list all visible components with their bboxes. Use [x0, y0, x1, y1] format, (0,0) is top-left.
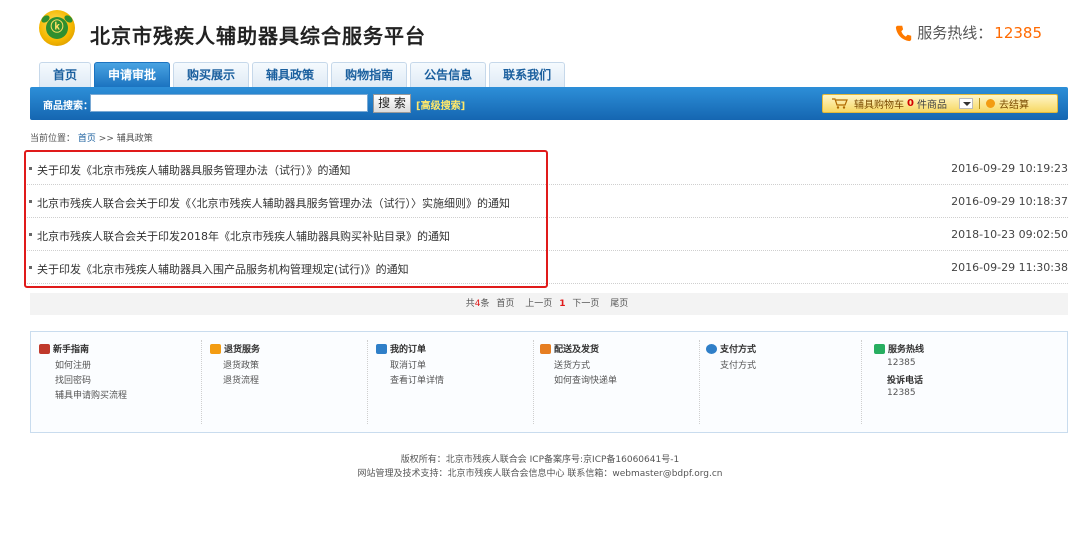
pager-first-link[interactable]: 首页 — [496, 299, 514, 309]
complaint-phone-number: 12385 — [887, 388, 916, 398]
footer-column-my-orders: 我的订单 取消订单 查看订单详情 — [367, 340, 532, 424]
article-date: 2016-09-29 11:30:38 — [951, 261, 1068, 274]
footer-link[interactable]: 查看订单详情 — [390, 373, 444, 386]
footer-link[interactable]: 送货方式 — [554, 358, 590, 371]
footer-column-title: 退货服务 — [210, 342, 260, 355]
hotline-phone-icon — [874, 343, 885, 354]
cart-icon — [832, 98, 848, 109]
cart-count: 0 — [907, 98, 914, 109]
footer-column-title: 新手指南 — [39, 342, 89, 355]
footer-column-title: 我的订单 — [376, 342, 426, 355]
tab-home[interactable]: 首页 — [39, 62, 92, 87]
pager-prev-link[interactable]: 上一页 — [525, 299, 552, 309]
pager-next-link[interactable]: 下一页 — [572, 299, 599, 309]
logo-emblem-icon: ⓚ — [46, 17, 68, 39]
hotline-number-text: 12385 — [887, 358, 916, 368]
tab-application-approval[interactable]: 申请审批 — [94, 62, 171, 87]
tab-assistive-policy[interactable]: 辅具政策 — [252, 62, 329, 87]
footer-link[interactable]: 辅具申请购买流程 — [55, 388, 127, 401]
footer-column-payment: 支付方式 支付方式 — [699, 340, 864, 424]
pager-current-page: 1 — [559, 299, 566, 309]
complaint-phone-label: 投诉电话 — [887, 376, 924, 386]
footer-link[interactable]: 取消订单 — [390, 358, 426, 371]
guide-icon — [39, 343, 50, 354]
checkout-button[interactable]: 去结算 — [985, 96, 1029, 111]
site-title: 北京市残疾人辅助器具综合服务平台 — [90, 24, 426, 48]
cart-unit: 件商品 — [916, 100, 947, 111]
breadcrumb-current: 辅具政策 — [116, 134, 153, 144]
footer-link[interactable]: 找回密码 — [55, 373, 91, 386]
cart-dropdown-toggle[interactable] — [958, 98, 973, 109]
checkout-icon — [985, 99, 995, 108]
return-icon — [210, 343, 221, 354]
footer-link[interactable]: 支付方式 — [720, 358, 756, 371]
footer-link[interactable]: 退货政策 — [223, 358, 259, 371]
cart-label[interactable]: 辅具购物车 — [854, 96, 904, 111]
footer-column-newbie-guide: 新手指南 如何注册 找回密码 辅具申请购买流程 — [35, 340, 200, 424]
breadcrumb: 当前位置： 首页 >> 辅具政策 — [30, 131, 153, 144]
footer-column-title: 配送及发货 — [540, 342, 599, 355]
site-header: ⓚ 北京市残疾人辅助器具综合服务平台 服务热线： 12385 — [0, 0, 1080, 64]
footer-link[interactable]: 退货流程 — [223, 373, 259, 386]
footer-column-delivery: 配送及发货 送货方式 如何查询快递单 — [533, 340, 698, 424]
column-title-text: 配送及发货 — [554, 345, 600, 355]
breadcrumb-prefix: 当前位置： — [30, 134, 76, 144]
column-title-text: 新手指南 — [53, 345, 90, 355]
tab-contact-us[interactable]: 联系我们 — [489, 62, 566, 87]
footer-column-returns: 退货服务 退货政策 退货流程 — [201, 340, 366, 424]
delivery-icon — [540, 343, 551, 354]
main-nav: 首页 申请审批 购买展示 辅具政策 购物指南 公告信息 联系我们 — [39, 62, 568, 87]
highlight-annotation-box — [24, 150, 548, 288]
footer-column-hotline: 服务热线 12385 投诉电话 12385 — [861, 340, 1026, 424]
column-title-text: 支付方式 — [720, 345, 757, 355]
column-title-text: 我的订单 — [390, 345, 427, 355]
footer-help-panel: 新手指南 如何注册 找回密码 辅具申请购买流程 退货服务 退货政策 退货流程 我… — [30, 331, 1068, 433]
footer-link[interactable]: 如何注册 — [55, 358, 91, 371]
breadcrumb-home-link[interactable]: 首页 — [78, 134, 96, 144]
copyright-line: 版权所有：北京市残疾人联合会 ICP备案序号:京ICP备16060641号-1 — [400, 455, 680, 465]
column-title-text: 服务热线 — [888, 345, 925, 355]
tab-shopping-guide[interactable]: 购物指南 — [331, 62, 408, 87]
shopping-cart-bar: 辅具购物车 0 件商品 去结算 — [822, 94, 1058, 113]
pager-total-suffix: 条 — [480, 299, 490, 309]
advanced-search-link[interactable]: [高级搜索] — [416, 97, 465, 112]
search-bar: 商品搜索： 搜 索 [高级搜索] 辅具购物车 0 件商品 去结算 — [30, 87, 1068, 120]
pager-last-link[interactable]: 尾页 — [610, 299, 628, 309]
article-date: 2016-09-29 10:19:23 — [951, 162, 1068, 175]
column-title-text: 退货服务 — [224, 345, 261, 355]
footer-link[interactable]: 如何查询快递单 — [554, 373, 617, 386]
article-date: 2016-09-29 10:18:37 — [951, 195, 1068, 208]
phone-icon — [896, 25, 912, 41]
article-date: 2018-10-23 09:02:50 — [951, 228, 1068, 241]
tab-announcements[interactable]: 公告信息 — [410, 62, 487, 87]
order-icon — [376, 343, 387, 354]
tab-purchase-display[interactable]: 购买展示 — [173, 62, 250, 87]
cart-divider — [978, 98, 980, 109]
footer-column-title: 服务热线 — [874, 342, 924, 355]
tech-support-line: 网站管理及技术支持：北京市残疾人联合会信息中心 联系信箱：webmaster@b… — [357, 469, 723, 479]
service-hotline: 服务热线： 12385 — [895, 22, 1042, 43]
breadcrumb-separator: >> — [98, 134, 114, 144]
search-input[interactable] — [90, 94, 368, 112]
pager-total-prefix: 共 — [465, 299, 475, 309]
hotline-label: 服务热线： — [917, 24, 993, 42]
pagination: 共4条 首页 上一页 1 下一页 尾页 — [30, 293, 1068, 315]
site-logo[interactable]: ⓚ — [39, 10, 75, 46]
payment-icon — [706, 343, 717, 354]
footer-column-title: 支付方式 — [706, 342, 756, 355]
hotline-number: 12385 — [994, 23, 1042, 42]
search-button[interactable]: 搜 索 — [373, 94, 411, 113]
checkout-label: 去结算 — [998, 100, 1029, 111]
search-label: 商品搜索： — [43, 101, 93, 112]
